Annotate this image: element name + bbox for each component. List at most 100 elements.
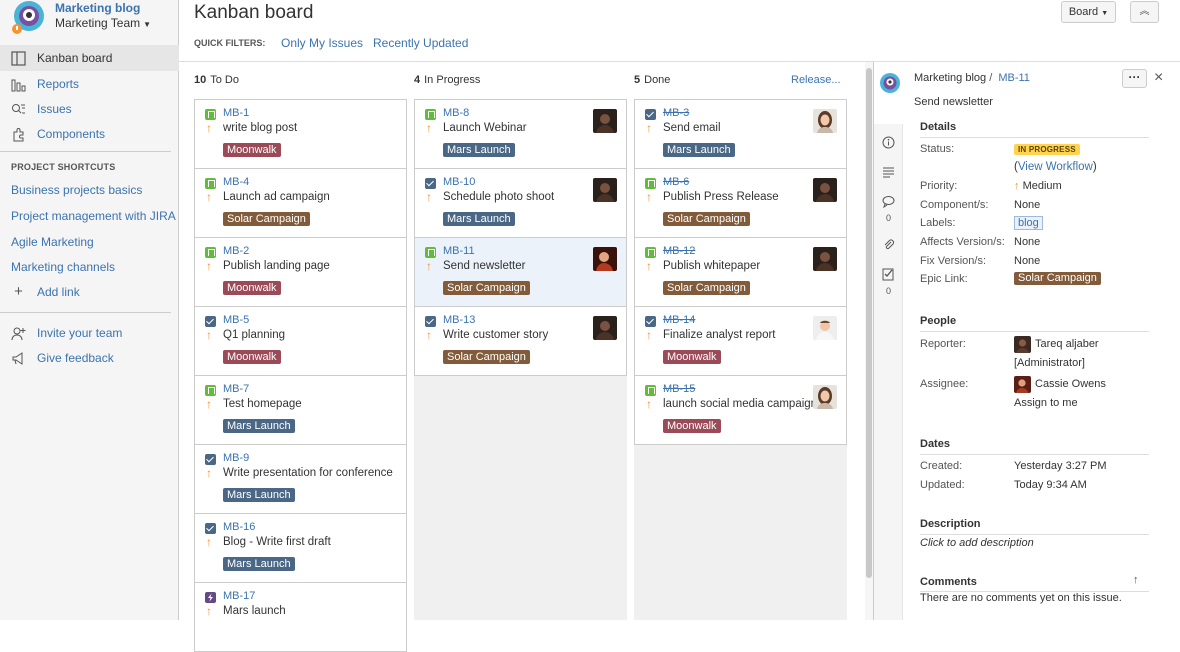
issue-key[interactable]: MB-13 bbox=[443, 314, 475, 326]
more-actions-button[interactable]: ··· bbox=[1122, 69, 1147, 88]
nav-components[interactable]: Components bbox=[0, 121, 179, 147]
issue-card[interactable]: MB-4 ↑ Launch ad campaign Solar Campaign bbox=[194, 168, 407, 238]
shortcut-link[interactable]: Business projects basics bbox=[11, 183, 142, 197]
epic-label[interactable]: Mars Launch bbox=[223, 488, 295, 502]
assign-to-me-link[interactable]: Assign to me bbox=[1014, 397, 1078, 409]
subtasks-icon[interactable] bbox=[882, 268, 895, 281]
epic-label[interactable]: Mars Launch bbox=[443, 212, 515, 226]
issue-card[interactable]: MB-3 ↑ Send email Mars Launch bbox=[634, 99, 847, 169]
issue-key[interactable]: MB-14 bbox=[663, 314, 695, 326]
epic-label[interactable]: Mars Launch bbox=[223, 557, 295, 571]
epic-label[interactable]: Solar Campaign bbox=[443, 350, 530, 364]
shortcut-link[interactable]: Project management with JIRA bbox=[11, 209, 176, 223]
issue-card[interactable]: MB-10 ↑ Schedule photo shoot Mars Launch bbox=[414, 168, 627, 238]
epic-label[interactable]: Moonwalk bbox=[223, 350, 281, 364]
epic-label[interactable]: Solar Campaign bbox=[223, 212, 310, 226]
issue-key[interactable]: MB-4 bbox=[223, 176, 249, 188]
issue-card[interactable]: MB-5 ↑ Q1 planning Moonwalk bbox=[194, 306, 407, 376]
issue-card[interactable]: MB-9 ↑ Write presentation for conference Ma… bbox=[194, 444, 407, 514]
issue-key[interactable]: MB-1 bbox=[223, 107, 249, 119]
issue-card[interactable]: MB-13 ↑ Write customer story Solar Campaign bbox=[414, 306, 627, 376]
epic-label[interactable]: Solar Campaign bbox=[443, 281, 530, 295]
issue-card[interactable]: MB-8 ↑ Launch Webinar Mars Launch bbox=[414, 99, 627, 169]
issue-summary[interactable]: Send newsletter bbox=[914, 96, 993, 108]
status-badge: IN PROGRESS bbox=[1014, 144, 1080, 155]
issue-key[interactable]: MB-12 bbox=[663, 245, 695, 257]
description-icon[interactable] bbox=[882, 166, 895, 179]
filter-only-my-issues[interactable]: Only My Issues bbox=[281, 36, 363, 50]
attachment-icon[interactable] bbox=[882, 238, 895, 251]
nav-kanban-board[interactable]: Kanban board bbox=[0, 45, 179, 71]
issue-card[interactable]: MB-17 ↑ Mars launch bbox=[194, 582, 407, 652]
release-link[interactable]: Release... bbox=[791, 74, 841, 86]
epic-label[interactable]: Mars Launch bbox=[663, 143, 735, 157]
view-workflow-link[interactable]: View Workflow bbox=[1018, 161, 1093, 173]
priority-arrow-up-icon: ↑ bbox=[206, 466, 212, 480]
sort-arrow-up-icon[interactable]: ↑ bbox=[1133, 574, 1139, 586]
nav-reports[interactable]: Reports bbox=[0, 71, 179, 97]
labels-value[interactable]: blog bbox=[1014, 216, 1043, 230]
issue-key[interactable]: MB-6 bbox=[663, 176, 689, 188]
project-avatar-icon[interactable] bbox=[11, 1, 47, 35]
breadcrumb-project[interactable]: Marketing blog bbox=[914, 72, 986, 84]
project-name[interactable]: Marketing blog bbox=[55, 1, 140, 15]
epic-chip[interactable]: Solar Campaign bbox=[1014, 272, 1101, 285]
invite-team-button[interactable]: Invite your team bbox=[0, 320, 179, 346]
epic-label[interactable]: Mars Launch bbox=[223, 419, 295, 433]
issue-card[interactable]: MB-6 ↑ Publish Press Release Solar Campaign bbox=[634, 168, 847, 238]
board-menu-button[interactable]: Board ▼ bbox=[1061, 1, 1116, 23]
epic-label[interactable]: Moonwalk bbox=[223, 143, 281, 157]
info-icon[interactable] bbox=[882, 136, 895, 149]
issue-key[interactable]: MB-10 bbox=[443, 176, 475, 188]
description-placeholder[interactable]: Click to add description bbox=[920, 537, 1034, 549]
shortcut-link[interactable]: Marketing channels bbox=[11, 260, 115, 274]
issue-key[interactable]: MB-17 bbox=[223, 590, 255, 602]
issue-card[interactable]: MB-16 ↑ Blog - Write first draft Mars Launc… bbox=[194, 513, 407, 583]
subtask-count: 0 bbox=[885, 286, 891, 296]
issue-card[interactable]: MB-11 ↑ Send newsletter Solar Campaign bbox=[414, 237, 627, 307]
give-feedback-button[interactable]: Give feedback bbox=[0, 345, 179, 371]
assignee-name[interactable]: Cassie Owens bbox=[1035, 378, 1106, 390]
issue-card[interactable]: MB-14 ↑ Finalize analyst report Moonwalk bbox=[634, 306, 847, 376]
epic-label[interactable]: Moonwalk bbox=[223, 281, 281, 295]
add-link-button[interactable]: + Add link bbox=[0, 279, 179, 305]
issue-key[interactable]: MB-11 bbox=[443, 245, 475, 257]
shortcut-link[interactable]: Agile Marketing bbox=[11, 235, 94, 249]
issue-key[interactable]: MB-16 bbox=[223, 521, 255, 533]
issue-key[interactable]: MB-9 bbox=[223, 452, 249, 464]
issue-key[interactable]: MB-8 bbox=[443, 107, 469, 119]
issue-key[interactable]: MB-5 bbox=[223, 314, 249, 326]
breadcrumb-issue-key[interactable]: MB-11 bbox=[998, 72, 1030, 84]
nav-issues[interactable]: Issues bbox=[0, 96, 179, 122]
filter-recently-updated[interactable]: Recently Updated bbox=[373, 36, 468, 50]
label-tag[interactable]: blog bbox=[1014, 216, 1043, 230]
reporter-name[interactable]: Tareq aljaber bbox=[1035, 338, 1099, 350]
issue-key[interactable]: MB-3 bbox=[663, 107, 689, 119]
issue-card[interactable]: MB-15 ↑ launch social media campaign Moonwa… bbox=[634, 375, 847, 445]
board-scrollbar[interactable] bbox=[865, 62, 873, 620]
epic-label[interactable]: Solar Campaign bbox=[663, 281, 750, 295]
close-button[interactable]: × bbox=[1154, 69, 1163, 87]
collapse-header-button[interactable]: ︽ bbox=[1130, 1, 1159, 23]
team-selector[interactable]: Marketing Team ▼ bbox=[55, 16, 151, 30]
epic-label[interactable]: Mars Launch bbox=[443, 143, 515, 157]
issue-key[interactable]: MB-15 bbox=[663, 383, 695, 395]
comment-icon[interactable] bbox=[882, 195, 895, 208]
issue-card[interactable]: MB-2 ↑ Publish landing page Moonwalk bbox=[194, 237, 407, 307]
scrollbar-thumb[interactable] bbox=[866, 68, 872, 578]
epic-label[interactable]: Solar Campaign bbox=[663, 212, 750, 226]
epic-link-value[interactable]: Solar Campaign bbox=[1014, 272, 1101, 285]
fix-version-value[interactable]: None bbox=[1014, 255, 1040, 267]
issue-key[interactable]: MB-7 bbox=[223, 383, 249, 395]
affects-version-value[interactable]: None bbox=[1014, 236, 1040, 248]
issue-key[interactable]: MB-2 bbox=[223, 245, 249, 257]
issue-card[interactable]: MB-7 ↑ Test homepage Mars Launch bbox=[194, 375, 407, 445]
nav-label: Reports bbox=[37, 77, 80, 91]
epic-label[interactable]: Moonwalk bbox=[663, 419, 721, 433]
epic-label[interactable]: Moonwalk bbox=[663, 350, 721, 364]
issue-card[interactable]: MB-1 ↑ write blog post Moonwalk bbox=[194, 99, 407, 169]
issue-card[interactable]: MB-12 ↑ Publish whitepaper Solar Campaign bbox=[634, 237, 847, 307]
components-value[interactable]: None bbox=[1014, 199, 1040, 211]
priority-value[interactable]: ↑ Medium bbox=[1014, 180, 1062, 192]
priority-arrow-up-icon: ↑ bbox=[206, 190, 212, 204]
